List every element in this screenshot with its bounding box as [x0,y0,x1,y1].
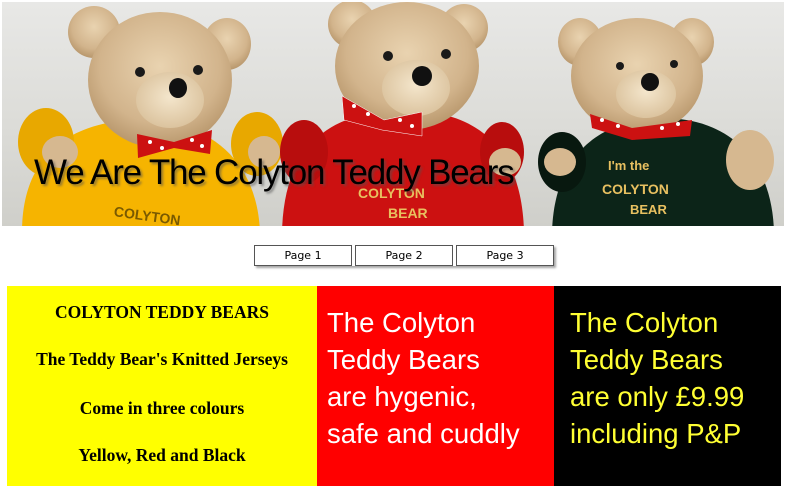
svg-text:I'm the: I'm the [608,158,649,173]
black-panel-text: The Colyton Teddy Bears are only £9.99 i… [570,304,744,452]
panel-text-jerseys: The Teddy Bear's Knitted Jerseys [36,349,288,369]
page-navigation: Page 1 Page 2 Page 3 [254,245,554,266]
black-panel-line-4: including P&P [570,418,742,449]
red-panel-line-3: are hygenic, [327,381,477,412]
yellow-info-panel: COLYTON TEDDY BEARS The Teddy Bear's Kni… [7,286,317,486]
svg-text:COLYTON: COLYTON [602,181,669,197]
red-panel-line-4: safe and cuddly [327,418,520,449]
black-info-panel: The Colyton Teddy Bears are only £9.99 i… [554,286,781,486]
panel-text-colours: Come in three colours [79,398,245,418]
svg-text:BEAR: BEAR [388,205,428,221]
page-3-button[interactable]: Page 3 [456,245,554,266]
svg-text:BEAR: BEAR [630,202,667,217]
red-info-panel: The Colyton Teddy Bears are hygenic, saf… [317,286,554,486]
banner-image: COLYTON COLYTON BEAR I'm the COLYTON BEA… [2,2,784,226]
panel-text-colour-list: Yellow, Red and Black [78,445,246,465]
bear-black: I'm the COLYTON BEAR [538,18,774,226]
red-panel-line-1: The Colyton [327,307,476,338]
red-panel-text: The Colyton Teddy Bears are hygenic, saf… [327,304,520,452]
black-panel-line-1: The Colyton [570,307,719,338]
black-panel-line-2: Teddy Bears [570,344,723,375]
banner-title: We Are The Colyton Teddy Bears [34,153,515,192]
page-2-button[interactable]: Page 2 [355,245,453,266]
page-1-button[interactable]: Page 1 [254,245,352,266]
red-panel-line-2: Teddy Bears [327,344,480,375]
bear-yellow: COLYTON [18,6,283,226]
black-panel-line-3: are only £9.99 [570,381,745,412]
panel-heading: COLYTON TEDDY BEARS [55,302,269,322]
